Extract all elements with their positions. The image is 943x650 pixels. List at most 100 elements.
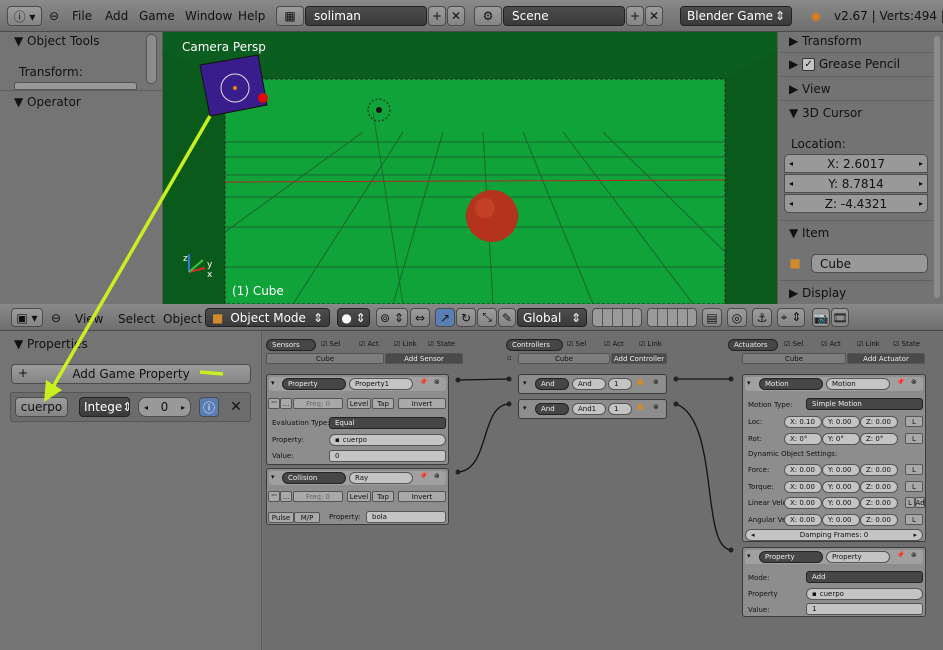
view-panel-header[interactable]: ▶ View [789, 82, 831, 96]
controller-type-select[interactable]: And [535, 403, 569, 415]
torque-local-toggle[interactable]: L [905, 481, 923, 492]
remove-actuator-icon[interactable]: ⊗ [911, 378, 917, 386]
pulse-true-button[interactable]: ''' [268, 491, 280, 502]
menu-add[interactable]: Add [105, 9, 128, 23]
actuator-type-select[interactable]: Motion [759, 378, 823, 390]
loc-x-field[interactable]: X: 0.10 [784, 416, 822, 428]
pulse-false-button[interactable]: ... [280, 491, 292, 502]
grease-pencil-header[interactable]: ▶ ✓ Grease Pencil [789, 57, 900, 71]
collapse-icon[interactable]: ▾ [271, 379, 275, 387]
torque-y-field[interactable]: Y: 0.00 [822, 481, 860, 493]
linv-z-field[interactable]: Z: 0.00 [860, 497, 898, 509]
remove-controller-icon[interactable]: ⊗ [653, 378, 659, 386]
translate-manipulator-icon[interactable]: ↗ [435, 308, 455, 327]
info-editor-menu[interactable]: ⓘ ▾ [7, 6, 42, 26]
bookmark-icon[interactable]: ■ [637, 378, 644, 386]
actuators-filter-sel[interactable]: ☑ Sel [784, 340, 803, 348]
angv-x-field[interactable]: X: 0.00 [784, 514, 822, 526]
add-screen-button[interactable]: + [428, 6, 446, 26]
force-z-field[interactable]: Z: 0.00 [860, 464, 898, 476]
menu-help[interactable]: Help [238, 9, 265, 23]
editor-type-menu[interactable]: ▣ ▾ [11, 308, 43, 327]
collision-property-field[interactable]: bola [366, 511, 446, 523]
cursor-z-field[interactable]: ◂ Z: -4.4321 ▸ [784, 194, 928, 213]
controllers-filter-act[interactable]: ☑ Act [604, 340, 624, 348]
pulse-true-button[interactable]: ''' [268, 398, 280, 409]
loc-y-field[interactable]: Y: 0.00 [822, 416, 860, 428]
controllers-filter-sel[interactable]: ☑ Sel [567, 340, 586, 348]
actuator-property-field[interactable]: ▪ cuerpo [806, 588, 923, 600]
add-sensor-select[interactable]: Add Sensor [385, 353, 463, 364]
motion-type-select[interactable]: Simple Motion [806, 398, 923, 410]
item-name-field[interactable]: Cube [811, 254, 928, 273]
damping-frames-field[interactable]: ◂ Damping Frames: 0 ▸ [745, 529, 923, 541]
scale-manipulator-icon[interactable]: ⤡ [477, 308, 497, 327]
debug-info-icon[interactable]: ⓘ [199, 397, 219, 417]
screen-layout-icon[interactable]: ▦ [276, 6, 304, 26]
torque-z-field[interactable]: Z: 0.00 [860, 481, 898, 493]
object-tools-header[interactable]: ▼ Object Tools [14, 34, 100, 48]
rot-z-field[interactable]: Z: 0° [860, 433, 898, 445]
sensor-type-select[interactable]: Collision [282, 472, 346, 484]
remove-sensor-icon[interactable]: ⊗ [434, 378, 440, 386]
actuator-name-field[interactable]: Motion [826, 378, 890, 390]
collapse-icon[interactable]: ▾ [747, 379, 751, 387]
orientation-select[interactable]: Global ⇕ [517, 308, 587, 327]
property-value-field[interactable]: ◂ 0 ▸ [138, 397, 191, 417]
evaluation-type-select[interactable]: Equal [329, 417, 446, 429]
menu-window[interactable]: Window [185, 9, 232, 23]
sensor-name-field[interactable]: Property1 [349, 378, 413, 390]
scene-icon[interactable]: ⚙ [474, 6, 502, 26]
rot-local-toggle[interactable]: L [905, 433, 923, 444]
sensor-value-field[interactable]: 0 [329, 450, 446, 462]
linv-add-toggle[interactable]: Ad [915, 497, 925, 508]
layers-grid-left[interactable] [592, 308, 642, 327]
npanel-scrollbar[interactable] [934, 36, 940, 298]
force-x-field[interactable]: X: 0.00 [784, 464, 822, 476]
invert-button[interactable]: Invert [398, 398, 446, 409]
sensors-filter-state[interactable]: ☑ State [428, 340, 455, 348]
sensors-filter-sel[interactable]: ☑ Sel [321, 340, 340, 348]
cursor-x-field[interactable]: ◂ X: 2.6017 ▸ [784, 154, 928, 173]
rot-x-field[interactable]: X: 0° [784, 433, 822, 445]
render-engine-select[interactable]: Blender Game ⇕ [680, 6, 792, 26]
actuators-filter-link[interactable]: ☑ Link [857, 340, 880, 348]
collapse-icon[interactable]: ▾ [747, 552, 751, 560]
angv-y-field[interactable]: Y: 0.00 [822, 514, 860, 526]
screen-name-field[interactable]: soliman [305, 6, 427, 26]
transform-panel-header[interactable]: ▶ Transform [789, 34, 862, 48]
rotate-manipulator-icon[interactable]: ↻ [456, 308, 476, 327]
loc-z-field[interactable]: Z: 0.00 [860, 416, 898, 428]
linv-local-toggle[interactable]: L [905, 497, 915, 508]
grease-pencil-checkbox[interactable]: ✓ [802, 58, 816, 71]
property-mode-select[interactable]: Add [806, 571, 923, 583]
pulse-false-button[interactable]: ... [280, 398, 292, 409]
sensors-filter-act[interactable]: ☑ Act [359, 340, 379, 348]
scene-name-field[interactable]: Scene [503, 6, 625, 26]
camera-render-icon[interactable]: 📷 [812, 308, 830, 327]
mode-select[interactable]: ■ Object Mode ⇕ [205, 308, 330, 327]
proportional-edit-icon[interactable]: ⚓ [752, 308, 772, 327]
linv-x-field[interactable]: X: 0.00 [784, 497, 822, 509]
collapse-icon[interactable]: ▾ [523, 379, 527, 387]
controllers-filter-link[interactable]: ☑ Link [639, 340, 662, 348]
invert-button[interactable]: Invert [398, 491, 446, 502]
remove-screen-button[interactable]: ✕ [447, 6, 465, 26]
actuator-value-field[interactable]: 1 [806, 603, 923, 615]
pulse-button[interactable]: Pulse [268, 512, 294, 523]
property-type-select[interactable]: Intege⇕ [79, 397, 130, 417]
actuators-filter-select[interactable]: Actuators [728, 339, 778, 351]
controller-type-select[interactable]: And [535, 378, 569, 390]
remove-property-icon[interactable]: ✕ [227, 398, 245, 416]
freq-field[interactable]: Freq: 0 [293, 491, 343, 502]
sensor-property-field[interactable]: ▪ cuerpo [329, 434, 446, 446]
remove-controller-icon[interactable]: ⊗ [653, 403, 659, 411]
angv-z-field[interactable]: Z: 0.00 [860, 514, 898, 526]
force-local-toggle[interactable]: L [905, 464, 923, 475]
anim-render-icon[interactable]: 🎞 [831, 308, 849, 327]
collapse-icon[interactable]: ▾ [271, 473, 275, 481]
lock-layers-icon[interactable]: ▤ [702, 308, 722, 327]
remove-sensor-icon[interactable]: ⊗ [434, 472, 440, 480]
operator-header[interactable]: ▼ Operator [14, 95, 81, 109]
actuator-name-field[interactable]: Property [826, 551, 890, 563]
